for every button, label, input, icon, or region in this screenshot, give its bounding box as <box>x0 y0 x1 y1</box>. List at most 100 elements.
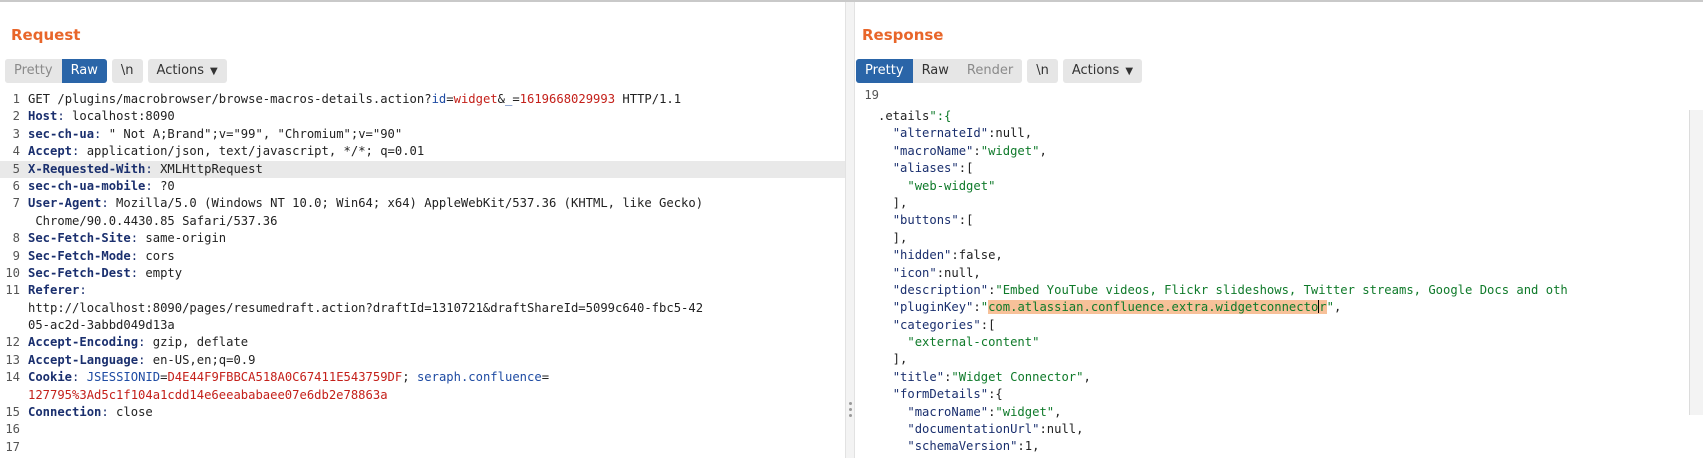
response-actions-label: Actions <box>1071 63 1120 78</box>
header-line: 6 sec-ch-ua-mobile: ?0 <box>0 178 845 195</box>
header-name: Referer <box>28 283 80 298</box>
request-method: GET <box>28 92 58 106</box>
line-number: 4 <box>12 144 20 159</box>
header-value: XMLHttpRequest <box>152 161 263 176</box>
response-editor[interactable]: 19 .etails":{ "alternateId":null, "macro… <box>855 88 1703 458</box>
line-number: 9 <box>12 248 20 263</box>
json-string: "widget" <box>980 143 1040 158</box>
pane-splitter[interactable] <box>845 2 855 458</box>
request-view-mode: Pretty Raw <box>5 59 107 83</box>
response-newline-toggle[interactable]: \n <box>1027 59 1058 83</box>
header-line: 10 Sec-Fetch-Dest: empty <box>0 265 845 282</box>
json-string: "widget" <box>995 404 1055 419</box>
json-line: "macroName":"widget", <box>907 404 1062 419</box>
json-line: "title":"Widget Connector", <box>892 369 1091 384</box>
json-string: "external-content" <box>907 335 1040 350</box>
header-line: 8 Sec-Fetch-Site: same-origin <box>0 230 845 247</box>
http-version: HTTP/1.1 <box>615 92 682 106</box>
header-value: 05-ac2d-3abbd049d13a <box>28 318 175 333</box>
header-value: http://localhost:8090/pages/resumedraft.… <box>28 300 704 315</box>
response-view-mode: Pretty Raw Render <box>856 59 1023 83</box>
cookie-line: 14 Cookie: JSESSIONID=D4E44F9FBBCA518A0C6… <box>0 369 845 386</box>
header-line: 13 Accept-Language: en-US,en;q=0.9 <box>0 352 845 369</box>
equals-sign: = <box>512 92 520 106</box>
json-line: "alternateId":null, <box>892 126 1033 141</box>
request-newline-toggle[interactable]: \n <box>111 59 143 83</box>
ampersand: & <box>497 92 505 106</box>
response-raw-tab[interactable]: Raw <box>912 59 958 83</box>
json-line: "hidden":false, <box>892 248 1003 263</box>
header-value: Mozilla/5.0 (Windows NT 10.0; Win64; x64… <box>108 196 704 211</box>
header-line-continuation: 05-ac2d-3abbd049d13a <box>0 317 845 334</box>
header-name: Accept-Encoding <box>28 335 139 350</box>
cookie-value: D4E44F9FBBCA518A0C67411E543759DF <box>167 370 403 385</box>
header-name: Sec-Fetch-Site <box>28 231 131 246</box>
response-pretty-tab[interactable]: Pretty <box>856 59 913 83</box>
line-number: 19 <box>864 88 879 102</box>
equals-sign: = <box>541 370 550 385</box>
header-value: gzip, deflate <box>145 335 249 350</box>
json-line: "pluginKey":"com.atlassian.confluence.ex… <box>892 300 1342 315</box>
json-key: "icon" <box>892 265 937 280</box>
text-cursor <box>1318 300 1320 314</box>
request-raw-tab[interactable]: Raw <box>61 59 107 83</box>
header-value: empty <box>138 265 183 280</box>
json-line: .etails":{ <box>878 109 952 123</box>
header-value: Chrome/90.0.4430.85 Safari/537.36 <box>35 213 278 228</box>
grip-dot <box>849 414 852 417</box>
json-line: "macroName":"widget", <box>892 143 1047 158</box>
query-param-value: widget <box>453 92 498 106</box>
response-scrollbar[interactable] <box>1689 110 1703 415</box>
header-value: ?0 <box>152 178 175 193</box>
empty-line: 16 <box>0 421 845 438</box>
json-line: ], <box>878 352 908 367</box>
request-actions-menu[interactable]: Actions ▼ <box>147 59 227 83</box>
json-line: "icon":null, <box>892 265 981 280</box>
json-key: "description" <box>892 282 989 297</box>
grip-dot <box>849 402 852 405</box>
header-name: sec-ch-ua-mobile <box>28 178 146 193</box>
header-name: Connection <box>28 405 102 420</box>
equals-sign: = <box>446 92 454 106</box>
json-line: ], <box>878 195 908 210</box>
request-actions-label: Actions <box>156 63 205 78</box>
header-line: 7 User-Agent: Mozilla/5.0 (Windows NT 10.… <box>0 195 845 212</box>
header-line: 12 Accept-Encoding: gzip, deflate <box>0 334 845 351</box>
header-line: 4 Accept: application/json, text/javascri… <box>0 143 845 160</box>
line-number: 16 <box>5 422 20 437</box>
cookie-separator: ; <box>402 370 417 385</box>
header-name: User-Agent <box>28 196 102 211</box>
request-editor[interactable]: 1 GET /plugins/macrobrowser/browse-macros… <box>0 91 845 458</box>
response-actions-menu[interactable]: Actions ▼ <box>1062 59 1143 83</box>
json-key: "documentationUrl" <box>907 422 1040 437</box>
json-key: "buttons" <box>892 213 959 228</box>
line-number: 14 <box>5 370 20 385</box>
header-line-continuation: http://localhost:8090/pages/resumedraft.… <box>0 300 845 317</box>
header-value: same-origin <box>138 231 227 246</box>
header-name: Accept-Language <box>28 352 139 367</box>
json-line: "external-content" <box>878 334 1689 351</box>
cookie-name: JSESSIONID <box>86 370 161 385</box>
line-number: 6 <box>12 178 20 193</box>
header-name: Accept <box>28 144 73 159</box>
json-line: "description":"Embed YouTube videos, Fli… <box>892 282 1568 297</box>
json-key: "title" <box>892 369 945 384</box>
line-number: 12 <box>5 335 20 350</box>
header-value: close <box>108 405 153 420</box>
query-param-value: 1619668029993 <box>519 92 616 106</box>
header-name: Cookie <box>28 370 73 385</box>
header-name: Sec-Fetch-Mode <box>28 248 131 263</box>
line-number: 7 <box>12 196 20 211</box>
header-name: X-Requested-With <box>28 161 146 176</box>
json-key: "schemaVersion" <box>907 439 1018 454</box>
json-line: "formDetails":{ <box>892 387 1003 402</box>
response-render-tab[interactable]: Render <box>957 59 1023 83</box>
header-value: en-US,en;q=0.9 <box>145 352 256 367</box>
header-line: 9 Sec-Fetch-Mode: cors <box>0 248 845 265</box>
header-value: application/json, text/javascript, */*; … <box>79 144 425 159</box>
line-number: 1 <box>12 92 20 106</box>
chevron-down-icon: ▼ <box>210 66 218 77</box>
request-pane: Request Pretty Raw \n Actions ▼ 1 GET /plu… <box>0 2 845 458</box>
request-pretty-tab[interactable]: Pretty <box>5 59 62 83</box>
json-key: "macroName" <box>907 404 989 419</box>
